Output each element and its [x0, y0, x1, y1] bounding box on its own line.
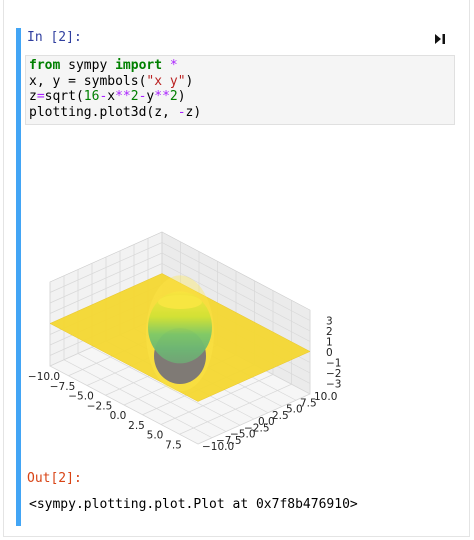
- x-tick-label: −2.5: [87, 400, 113, 412]
- code-editor[interactable]: from sympy import * x, y = symbols("x y")…: [25, 55, 455, 125]
- code-token: import: [115, 58, 163, 73]
- x-tick-label: 5.0: [147, 430, 164, 442]
- code-token: **: [115, 89, 131, 104]
- x-tick-label: 0.0: [110, 410, 127, 422]
- output-text: <sympy.plotting.plot.Plot at 0x7f8b47691…: [29, 497, 358, 512]
- code-token: ): [185, 73, 194, 89]
- code-token: from: [29, 58, 61, 73]
- run-cell-icon[interactable]: [434, 33, 446, 45]
- code-line: from sympy import *: [29, 58, 454, 74]
- input-prompt: In [2]:: [27, 30, 82, 45]
- code-token: ): [177, 89, 186, 104]
- code-token: =: [36, 89, 45, 104]
- code-line: z=sqrt(16-x**2-y**2): [29, 89, 454, 105]
- code-token: -: [177, 104, 186, 120]
- plot3d-figure: −10.0−7.5−5.0−2.50.02.55.07.510.0−10.0−7…: [28, 231, 341, 450]
- code-token: 16: [83, 89, 100, 104]
- code-token: 2: [169, 89, 178, 104]
- code-token: plotting.plot3d(z,: [29, 104, 178, 120]
- output-prompt: Out[2]:: [27, 471, 82, 486]
- code-token: x, y = symbols(: [29, 73, 147, 89]
- code-line: x, y = symbols("x y"): [29, 74, 454, 90]
- code-token: **: [154, 89, 170, 104]
- code-token: "x y": [146, 73, 186, 89]
- code-token: z): [185, 104, 202, 120]
- sphere-shell: [146, 275, 214, 392]
- x-tick-label: 10.0: [180, 449, 203, 450]
- x-tick-label: 2.5: [128, 420, 145, 432]
- code-token: sqrt(: [44, 89, 84, 104]
- code-token: *: [169, 58, 178, 73]
- code-token: z: [29, 89, 37, 104]
- code-token: 2: [130, 89, 139, 104]
- y-tick-label: 10.0: [314, 391, 337, 403]
- code-token: x: [107, 89, 116, 104]
- z-tick-label: −3: [326, 379, 341, 391]
- code-token: sympy: [60, 58, 116, 73]
- code-line: plotting.plot3d(z, -z): [29, 105, 454, 121]
